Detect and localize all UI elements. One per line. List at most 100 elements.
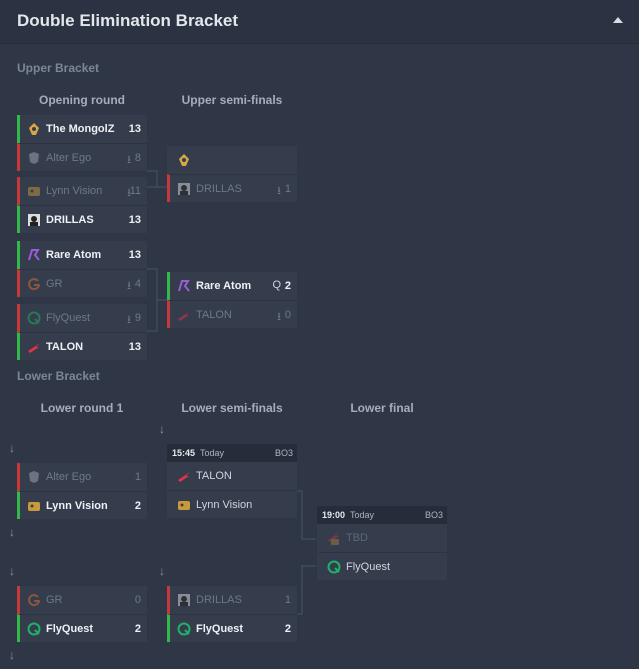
team-row[interactable]: Alter Ego ⭳ 8 — [17, 143, 147, 171]
team-name: Alter Ego — [46, 152, 92, 164]
qualified-flag: Q — [272, 279, 281, 291]
team-row[interactable]: FlyQuest 2 — [167, 614, 297, 642]
team-row[interactable]: FlyQuest 2 — [17, 614, 147, 642]
team-score: 9 — [134, 312, 141, 324]
team-row[interactable]: Rare Atom 13 — [17, 241, 147, 269]
team-row[interactable]: DRILLAS 13 — [17, 205, 147, 233]
team-row[interactable]: FlyQuest ⭳ 9 — [17, 304, 147, 332]
team-name: TALON — [196, 309, 232, 321]
team-name: Lynn Vision — [46, 500, 108, 512]
rare-atom-logo-icon — [178, 280, 190, 292]
drillas-logo-icon — [178, 183, 190, 195]
team-name: FlyQuest — [46, 312, 91, 324]
team-score: 8 — [134, 152, 141, 164]
arrow-down-icon: ↓ — [159, 422, 165, 436]
flyquest-logo-icon — [177, 622, 191, 636]
team-row[interactable]: Lynn Vision ⭳ 11 — [17, 177, 147, 205]
drillas-logo-icon — [28, 214, 40, 226]
team-score: 13 — [128, 249, 141, 261]
download-icon: ⭳ — [127, 154, 131, 166]
team-score: 1 — [134, 471, 141, 483]
team-row[interactable]: TALON 13 — [17, 332, 147, 360]
match-opening-4[interactable]: FlyQuest ⭳ 9 TALON 13 — [17, 304, 147, 360]
team-name: FlyQuest — [346, 561, 391, 573]
download-icon: ⭳ — [127, 314, 131, 326]
team-name: TALON — [196, 470, 232, 482]
team-name: Lynn Vision — [46, 185, 103, 197]
round-title-opening: Opening round — [39, 93, 125, 107]
match-lower-final[interactable]: 19:00 Today BO3 TBD FlyQuest — [317, 506, 447, 580]
team-name: DRILLAS — [196, 183, 242, 195]
team-row[interactable]: Alter Ego 1 — [17, 463, 147, 491]
match-day: Today — [200, 448, 225, 458]
flyquest-logo-icon — [327, 560, 341, 574]
team-name: FlyQuest — [46, 623, 94, 635]
match-opening-2[interactable]: Lynn Vision ⭳ 11 DRILLAS 13 — [17, 177, 147, 233]
team-row[interactable]: Lynn Vision 2 — [17, 491, 147, 519]
lynn-vision-logo-icon — [178, 501, 190, 510]
team-name: GR — [46, 278, 63, 290]
team-name: DRILLAS — [46, 214, 94, 226]
talon-logo-icon — [178, 472, 190, 482]
alter-ego-logo-icon — [29, 152, 39, 164]
team-name: Rare Atom — [196, 280, 252, 292]
team-row[interactable]: TALON — [167, 462, 297, 490]
match-format: BO3 — [424, 510, 443, 520]
team-score: 1 — [284, 183, 291, 195]
drillas-logo-icon — [178, 594, 190, 606]
team-row[interactable]: TBD — [317, 524, 447, 552]
team-name: The MongolZ — [46, 123, 115, 135]
match-day: Today — [350, 510, 375, 520]
match-opening-1[interactable]: The MongolZ 13 Alter Ego ⭳ 8 — [17, 115, 147, 171]
team-score: 2 — [284, 623, 291, 635]
team-name: FlyQuest — [196, 623, 244, 635]
match-lower-r1-2[interactable]: GR 0 FlyQuest 2 — [17, 586, 147, 642]
match-opening-3[interactable]: Rare Atom 13 GR ⭳ 4 — [17, 241, 147, 297]
team-row[interactable]: FlyQuest — [317, 552, 447, 580]
team-score: 11 — [129, 185, 141, 197]
team-row[interactable] — [167, 146, 297, 174]
match-format: BO3 — [274, 448, 293, 458]
team-score: 2 — [284, 280, 291, 292]
arrow-down-icon: ↓ — [9, 648, 15, 662]
team-row[interactable]: DRILLAS 1 — [167, 586, 297, 614]
team-row[interactable]: GR 0 — [17, 586, 147, 614]
talon-logo-icon — [178, 311, 190, 321]
team-score: 13 — [128, 341, 141, 353]
round-title-lower-r1: Lower round 1 — [40, 401, 124, 415]
mongolz-logo-icon — [179, 154, 189, 166]
match-upper-semi-1[interactable]: DRILLAS ⭳ 1 — [167, 146, 297, 202]
lower-bracket-title: Lower Bracket — [17, 369, 100, 383]
team-row[interactable]: TALON ⭳ 0 — [167, 300, 297, 328]
team-score: 2 — [134, 500, 141, 512]
team-score: 13 — [128, 123, 141, 135]
lynn-vision-logo-icon — [28, 502, 40, 511]
match-lower-semi-2[interactable]: DRILLAS 1 FlyQuest 2 — [167, 586, 297, 642]
lynn-vision-logo-icon — [28, 187, 40, 196]
team-name: TALON — [46, 341, 84, 353]
team-row[interactable]: Lynn Vision — [167, 490, 297, 518]
flyquest-logo-icon — [27, 622, 41, 636]
arrow-down-icon: ↓ — [9, 564, 15, 578]
round-title-upper-semis: Upper semi-finals — [181, 93, 283, 107]
team-row[interactable]: The MongolZ 13 — [17, 115, 147, 143]
download-icon: ⭳ — [127, 280, 131, 292]
match-upper-semi-2[interactable]: Rare Atom Q 2 TALON ⭳ 0 — [167, 272, 297, 328]
team-row[interactable]: DRILLAS ⭳ 1 — [167, 174, 297, 202]
round-title-lower-final: Lower final — [350, 401, 414, 415]
match-time: 19:00 — [322, 510, 346, 520]
team-score: 0 — [284, 309, 291, 321]
team-score: 13 — [128, 214, 141, 226]
mongolz-logo-icon — [29, 123, 39, 135]
talon-logo-icon — [28, 343, 40, 353]
team-score: 4 — [134, 278, 141, 290]
team-score: 2 — [134, 623, 141, 635]
team-row[interactable]: Rare Atom Q 2 — [167, 272, 297, 300]
team-row[interactable]: GR ⭳ 4 — [17, 269, 147, 297]
team-name: Lynn Vision — [196, 499, 253, 511]
team-name: GR — [46, 594, 63, 606]
team-score: 0 — [134, 594, 141, 606]
team-name: DRILLAS — [196, 594, 242, 606]
match-lower-r1-1[interactable]: Alter Ego 1 Lynn Vision 2 — [17, 463, 147, 519]
match-lower-semi-1[interactable]: 15:45 Today BO3 TALON Lynn Vision — [167, 444, 297, 518]
